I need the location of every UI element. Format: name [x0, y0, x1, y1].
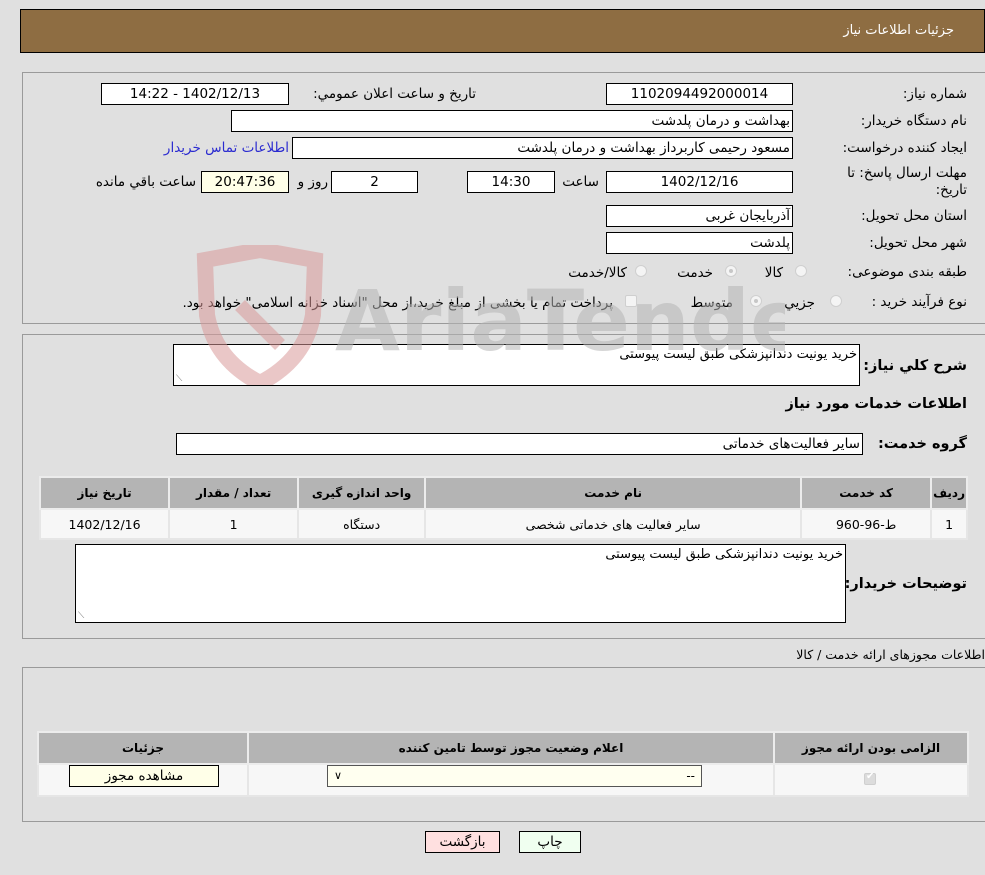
- process-option-medium: متوسط: [690, 295, 733, 311]
- col-service-name: نام خدمت: [424, 476, 803, 510]
- description-value: خرید یونیت دندانپزشکی طبق لیست پیوستی: [619, 347, 857, 362]
- remaining-label: ساعت باقي مانده: [95, 174, 196, 190]
- category-option-goods-service: کالا/خدمت: [568, 265, 627, 281]
- buyer-notes-value: خرید یونیت دندانپزشکی طبق لیست پیوستی: [605, 547, 843, 562]
- category-option-service: خدمت: [677, 265, 713, 281]
- view-permit-button[interactable]: مشاهده مجوز: [69, 765, 219, 787]
- col-permit-details: جزئیات: [37, 731, 249, 765]
- category-option-goods: کالا: [764, 265, 783, 281]
- services-table: ردیف کد خدمت نام خدمت واحد اندازه گیری ت…: [38, 476, 968, 540]
- description-label: شرح کلي نیاز:: [863, 358, 967, 374]
- cell-unit: دستگاه: [297, 508, 427, 540]
- cell-quantity: 1: [168, 508, 300, 540]
- col-permit-required: الزامی بودن ارائه مجوز: [773, 731, 969, 765]
- treasury-note: پرداخت تمام یا بخشی از مبلغ خرید،از محل …: [182, 295, 613, 311]
- col-service-code: کد خدمت: [800, 476, 933, 510]
- need-number-field[interactable]: 1102094492000014: [606, 83, 793, 105]
- buyer-notes-label: توضیحات خریدار:: [844, 576, 967, 592]
- category-radio-goods[interactable]: [795, 265, 807, 277]
- days-label: روز و: [297, 174, 328, 190]
- creator-field[interactable]: مسعود رحیمی کاربرداز بهداشت و درمان پلدش…: [292, 137, 793, 159]
- process-radio-minor[interactable]: [830, 295, 842, 307]
- city-label: شهر محل تحویل:: [869, 235, 967, 251]
- need-number-label: شماره نیاز:: [902, 86, 967, 102]
- col-unit: واحد اندازه گیری: [297, 476, 427, 510]
- treasury-checkbox[interactable]: [625, 295, 637, 307]
- process-option-minor: جزيي: [784, 295, 815, 311]
- cell-service-code: ط-96-960: [800, 508, 933, 540]
- permit-status-value: --: [686, 769, 695, 783]
- col-need-date: تاریخ نیاز: [38, 476, 171, 510]
- deadline-label-line2: تاریخ:: [935, 182, 967, 198]
- province-field[interactable]: آذربایجان غربی: [606, 205, 793, 227]
- category-radio-service[interactable]: [725, 265, 737, 277]
- cell-service-name: سایر فعالیت های خدماتی شخصی: [424, 508, 803, 540]
- permits-section-title: اطلاعات مجوزهای ارائه خدمت / کالا: [796, 647, 985, 662]
- announce-field[interactable]: 1402/12/13 - 14:22: [101, 83, 289, 105]
- check-icon: ✔: [866, 771, 875, 782]
- time-label: ساعت: [562, 174, 599, 190]
- buyer-org-field[interactable]: بهداشت و درمان پلدشت: [231, 110, 793, 132]
- deadline-date-field[interactable]: 1402/12/16: [606, 171, 793, 193]
- services-section-title: اطلاعات خدمات مورد نیاز: [785, 396, 967, 412]
- page-header: جزئیات اطلاعات نیاز: [20, 9, 985, 53]
- category-radio-goods-service[interactable]: [635, 265, 647, 277]
- cell-permit-required: ✔: [773, 763, 969, 797]
- days-field[interactable]: 2: [331, 171, 418, 193]
- announce-label: تاریخ و ساعت اعلان عمومي:: [313, 86, 476, 102]
- col-permit-status: اعلام وضعیت مجوز توسط تامین کننده: [247, 731, 775, 765]
- remaining-time-field: 20:47:36: [201, 171, 289, 193]
- category-label: طبقه بندی موضوعی:: [847, 264, 967, 280]
- service-group-field[interactable]: سایر فعالیت‌های خدماتی: [176, 433, 863, 455]
- permits-table-header: الزامی بودن ارائه مجوز اعلام وضعیت مجوز …: [37, 731, 969, 765]
- print-button[interactable]: چاپ: [519, 831, 581, 853]
- deadline-label-line1: مهلت ارسال پاسخ: تا: [847, 165, 967, 181]
- province-label: استان محل تحویل:: [861, 208, 967, 224]
- process-label: نوع فرآیند خرید :: [871, 294, 967, 310]
- cell-row-number: 1: [930, 508, 968, 540]
- buyer-contact-link[interactable]: اطلاعات تماس خریدار: [164, 140, 289, 156]
- creator-label: ایجاد کننده درخواست:: [842, 140, 967, 156]
- table-row: 1 ط-96-960 سایر فعالیت های خدماتی شخصی د…: [38, 508, 968, 540]
- service-group-label: گروه خدمت:: [877, 436, 967, 452]
- city-field[interactable]: پلدشت: [606, 232, 793, 254]
- services-table-header: ردیف کد خدمت نام خدمت واحد اندازه گیری ت…: [38, 476, 968, 510]
- deadline-label: مهلت ارسال پاسخ: تا تاریخ:: [847, 165, 967, 199]
- description-textarea[interactable]: خرید یونیت دندانپزشکی طبق لیست پیوستی ⟋: [173, 344, 860, 386]
- permit-status-select[interactable]: -- ∨: [327, 765, 702, 787]
- buyer-org-label: نام دستگاه خریدار:: [860, 113, 967, 129]
- page-title: جزئیات اطلاعات نیاز: [843, 23, 954, 38]
- chevron-down-icon: ∨: [334, 769, 343, 782]
- buyer-notes-textarea[interactable]: خرید یونیت دندانپزشکی طبق لیست پیوستی ⟋: [75, 544, 846, 623]
- resize-grip-icon[interactable]: ⟋: [78, 611, 84, 621]
- col-quantity: تعداد / مقدار: [168, 476, 300, 510]
- cell-need-date: 1402/12/16: [38, 508, 171, 540]
- process-radio-medium[interactable]: [750, 295, 762, 307]
- resize-grip-icon[interactable]: ⟋: [176, 374, 182, 384]
- back-button[interactable]: بازگشت: [425, 831, 500, 853]
- permits-table: الزامی بودن ارائه مجوز اعلام وضعیت مجوز …: [37, 731, 969, 797]
- permit-required-checkbox: ✔: [864, 771, 876, 785]
- col-row-number: ردیف: [930, 476, 968, 510]
- deadline-time-field[interactable]: 14:30: [467, 171, 555, 193]
